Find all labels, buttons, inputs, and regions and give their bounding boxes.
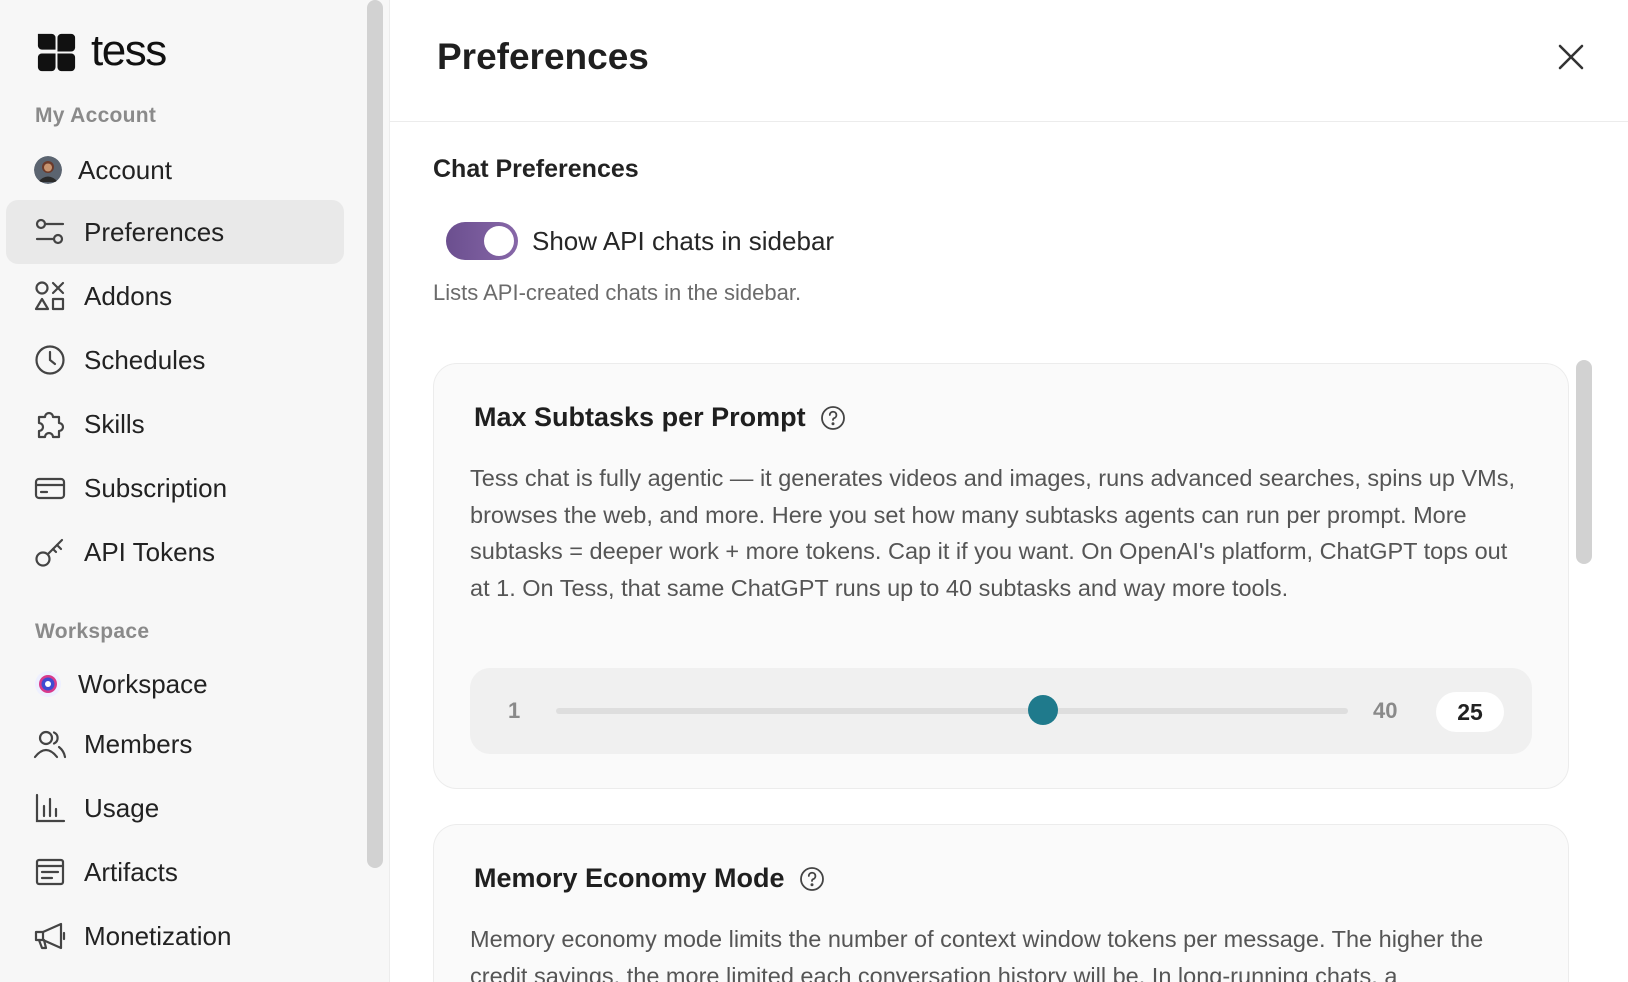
- sidebar-item-schedules[interactable]: Schedules: [6, 328, 344, 392]
- section-label-workspace: Workspace: [35, 620, 150, 643]
- sidebar-item-monetization[interactable]: Monetization: [6, 904, 344, 968]
- sidebar-item-label: Monetization: [84, 920, 232, 951]
- sidebar-scrollbar[interactable]: [367, 0, 383, 868]
- max-subtasks-card: Max Subtasks per Prompt Tess chat is ful…: [433, 363, 1569, 789]
- close-icon[interactable]: [1554, 40, 1588, 74]
- toggle-knob: [484, 226, 514, 256]
- megaphone-icon: [32, 918, 68, 954]
- sidebar-item-label: Account: [78, 154, 172, 185]
- api-chats-toggle-description: Lists API-created chats in the sidebar.: [433, 280, 802, 305]
- panel-header: Preferences: [390, 0, 1628, 122]
- shapes-icon: [32, 278, 68, 314]
- sidebar-item-subscription[interactable]: Subscription: [6, 456, 344, 520]
- sidebar-item-addons[interactable]: Addons: [6, 264, 344, 328]
- max-subtasks-title-row: Max Subtasks per Prompt: [474, 402, 846, 433]
- sidebar-item-label: Artifacts: [84, 856, 178, 887]
- section-label-my-account: My Account: [35, 104, 157, 127]
- memory-economy-card: Memory Economy Mode Memory economy mode …: [433, 824, 1569, 982]
- sidebar-item-label: Subscription: [84, 472, 228, 503]
- sidebar-item-preferences[interactable]: Preferences: [6, 200, 344, 264]
- api-chats-toggle-label: Show API chats in sidebar: [532, 225, 835, 256]
- workspace-avatar: [35, 671, 61, 697]
- max-subtasks-slider[interactable]: [556, 695, 1348, 725]
- sidebar-item-label: Preferences: [84, 216, 225, 247]
- slider-thumb[interactable]: [1028, 695, 1059, 725]
- memory-economy-title-row: Memory Economy Mode: [474, 863, 825, 894]
- sidebar-item-account[interactable]: Account: [6, 138, 344, 202]
- slider-min-label: 1: [508, 698, 521, 723]
- sidebar-item-label: Schedules: [84, 344, 206, 375]
- help-icon[interactable]: [820, 405, 846, 431]
- sidebar-item-label: Addons: [84, 280, 173, 311]
- brand-logo[interactable]: tess: [34, 25, 167, 75]
- max-subtasks-description: Tess chat is fully agentic — it generate…: [470, 465, 1515, 601]
- chat-preferences-title: Chat Preferences: [433, 155, 639, 183]
- preferences-panel: Preferences Chat Preferences Show API ch…: [390, 0, 1628, 982]
- sidebar-item-label: Members: [84, 728, 193, 759]
- brand-name: tess: [91, 25, 167, 75]
- artifact-icon: [32, 854, 68, 890]
- slider-value-badge[interactable]: 25: [1436, 692, 1504, 732]
- sidebar-item-label: API Tokens: [84, 536, 216, 567]
- sidebar-item-label: Skills: [84, 408, 145, 439]
- max-subtasks-title: Max Subtasks per Prompt: [474, 402, 806, 432]
- key-icon: [32, 534, 68, 570]
- user-avatar: [34, 156, 62, 184]
- sidebar-item-label: Workspace: [78, 668, 208, 699]
- api-chats-toggle[interactable]: [446, 222, 518, 260]
- sidebar-item-workspace[interactable]: Workspace: [6, 652, 344, 716]
- bar-chart-icon: [32, 790, 68, 826]
- api-chats-toggle-row: Show API chats in sidebar: [446, 222, 834, 260]
- sidebar-item-api-tokens[interactable]: API Tokens: [6, 520, 344, 584]
- sidebar-item-usage[interactable]: Usage: [6, 776, 344, 840]
- tess-logo-icon: [37, 33, 76, 72]
- sidebar: tess My Account Account Preferences Addo…: [0, 0, 390, 982]
- sidebar-item-skills[interactable]: Skills: [6, 392, 344, 456]
- help-icon[interactable]: [799, 866, 825, 892]
- users-icon: [32, 726, 68, 762]
- max-subtasks-slider-container: 1 40 25: [470, 668, 1532, 754]
- puzzle-icon: [32, 406, 68, 442]
- sidebar-item-members[interactable]: Members: [6, 712, 344, 776]
- sidebar-item-label: Usage: [84, 792, 160, 823]
- page-title: Preferences: [437, 36, 649, 77]
- memory-economy-title: Memory Economy Mode: [474, 863, 785, 893]
- slider-max-label: 40: [1373, 698, 1398, 723]
- clock-icon: [32, 342, 68, 378]
- sliders-icon: [32, 214, 68, 250]
- sidebar-item-artifacts[interactable]: Artifacts: [6, 840, 344, 904]
- memory-economy-description: Memory economy mode limits the number of…: [470, 926, 1484, 982]
- credit-card-icon: [32, 470, 68, 506]
- content-scrollbar[interactable]: [1576, 360, 1592, 564]
